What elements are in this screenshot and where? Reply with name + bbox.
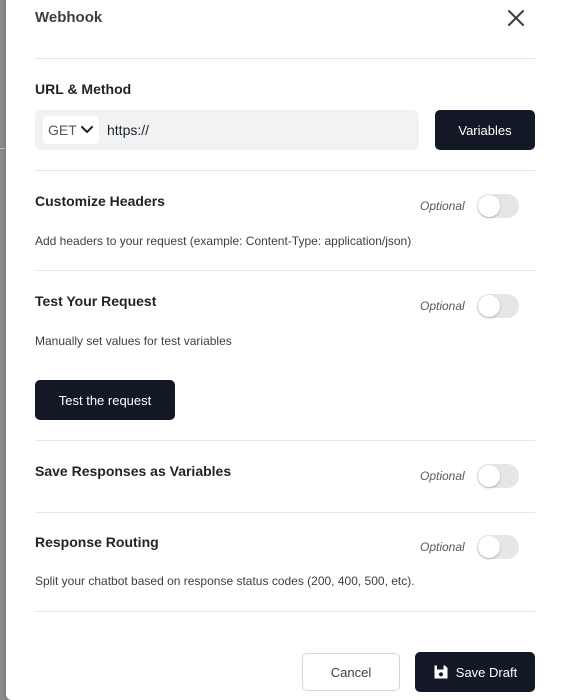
divider — [35, 58, 535, 59]
test-request-title: Test Your Request — [35, 293, 157, 309]
optional-label: Optional — [420, 540, 465, 554]
toggle-knob — [478, 536, 500, 558]
divider — [35, 611, 535, 612]
response-routing-description: Split your chatbot based on response sta… — [35, 574, 415, 588]
method-value: GET — [48, 122, 77, 138]
method-select[interactable]: GET — [43, 116, 99, 144]
close-button[interactable] — [506, 8, 526, 28]
toggle-knob — [478, 465, 500, 487]
divider — [35, 270, 535, 271]
test-request-button[interactable]: Test the request — [35, 380, 175, 420]
customize-headers-toggle[interactable] — [477, 194, 519, 218]
modal-title: Webhook — [35, 9, 103, 26]
url-method-heading: URL & Method — [35, 81, 132, 97]
close-icon — [508, 10, 524, 26]
save-draft-label: Save Draft — [455, 664, 518, 680]
optional-label: Optional — [420, 299, 465, 313]
test-request-description: Manually set values for test variables — [35, 334, 232, 348]
optional-label: Optional — [420, 199, 465, 213]
variables-button[interactable]: Variables — [435, 110, 535, 150]
save-responses-toggle[interactable] — [477, 464, 519, 488]
url-field-container: GET — [35, 110, 419, 150]
url-input[interactable] — [107, 116, 407, 144]
customize-headers-title: Customize Headers — [35, 193, 165, 209]
test-request-toggle[interactable] — [477, 294, 519, 318]
customize-headers-description: Add headers to your request (example: Co… — [35, 234, 412, 248]
save-responses-title: Save Responses as Variables — [35, 463, 232, 479]
divider — [35, 512, 535, 513]
divider — [35, 440, 535, 441]
toggle-knob — [478, 195, 500, 217]
webhook-modal: Webhook URL & Method GET Variables Custo… — [6, 0, 564, 700]
toggle-knob — [478, 295, 500, 317]
optional-label: Optional — [420, 469, 465, 483]
cancel-button[interactable]: Cancel — [302, 653, 400, 691]
divider — [35, 170, 535, 171]
floppy-disk-icon — [434, 665, 448, 679]
save-draft-button[interactable]: Save Draft — [415, 652, 535, 692]
response-routing-toggle[interactable] — [477, 535, 519, 559]
chevron-down-icon — [80, 126, 93, 133]
response-routing-title: Response Routing — [35, 534, 159, 550]
